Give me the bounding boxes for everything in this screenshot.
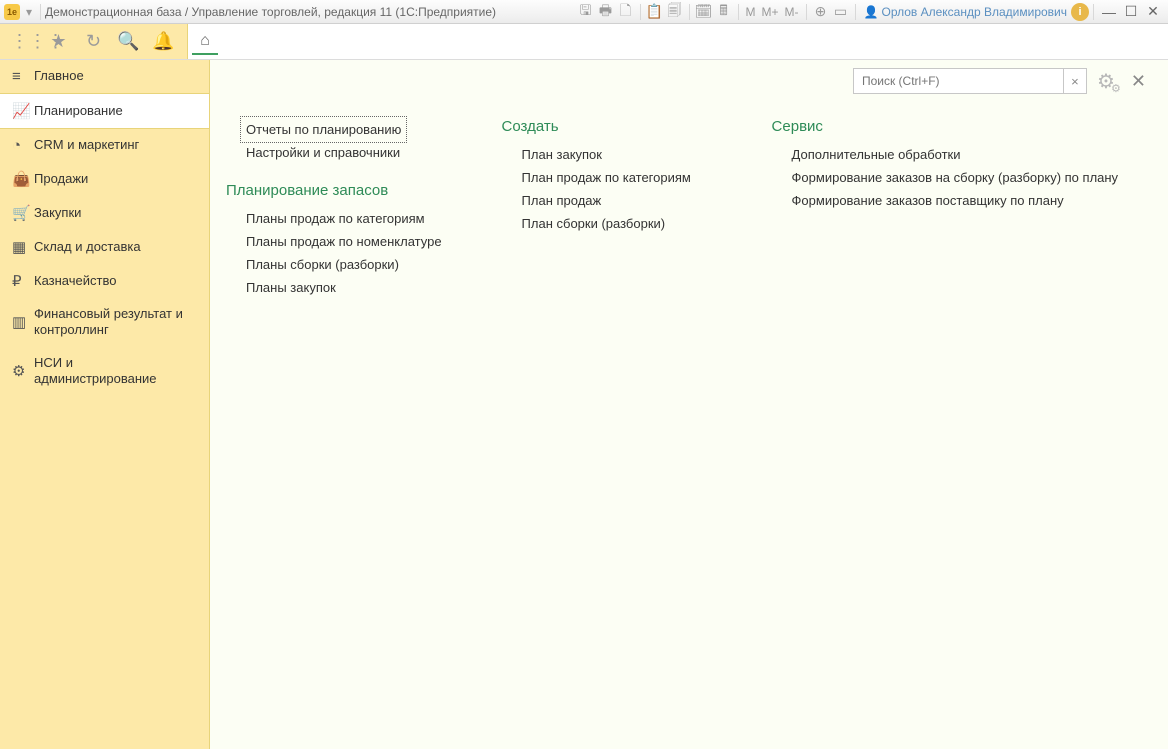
sidebar-item-planning[interactable]: 📈 Планирование	[0, 93, 209, 129]
memory-m-plus[interactable]: M+	[759, 5, 782, 19]
sidebar-item-label: Планирование	[34, 103, 197, 119]
link-create-purchase-plan[interactable]: План закупок	[502, 143, 712, 166]
cart-icon: 🛒	[12, 204, 34, 222]
sidebar-item-label: Казначейство	[34, 273, 197, 289]
calculator-icon[interactable]: 🖩	[714, 2, 734, 22]
toolbar-right: ⌂	[188, 24, 1168, 59]
sidebar-item-label: Закупки	[34, 205, 197, 221]
separator	[40, 4, 41, 20]
history-icon[interactable]: ↻	[81, 31, 107, 52]
link-sales-plans-nomenclature[interactable]: Планы продаж по номенклатуре	[226, 230, 442, 253]
sidebar-item-crm[interactable]: ◔ CRM и маркетинг	[0, 129, 209, 162]
link-sales-plans-categories[interactable]: Планы продаж по категориям	[226, 207, 442, 230]
sidebar-item-label: Главное	[34, 68, 197, 84]
sidebar-item-label: Продажи	[34, 171, 197, 187]
small-gear-icon: ⚙	[1111, 82, 1121, 95]
link-reports-planning[interactable]: Отчеты по планированию	[242, 118, 405, 141]
link-create-sales-plan[interactable]: План продаж	[502, 189, 712, 212]
memory-m[interactable]: M	[743, 5, 759, 19]
user-icon: 👤	[864, 5, 879, 19]
sidebar-item-label: Склад и доставка	[34, 239, 197, 255]
separator	[640, 4, 641, 20]
boxes-icon: ▦	[12, 238, 34, 256]
window-close-icon[interactable]: ✕	[1142, 3, 1164, 20]
separator	[806, 4, 807, 20]
info-badge[interactable]: i	[1071, 3, 1089, 21]
current-user[interactable]: 👤 Орлов Александр Владимирович	[860, 5, 1071, 19]
settings-gear-icon[interactable]: ⚙⚙	[1093, 69, 1119, 94]
link-create-sales-plan-categories[interactable]: План продаж по категориям	[502, 166, 712, 189]
section-title-create: Создать	[502, 118, 712, 135]
sidebar-item-nsi[interactable]: ⚙ НСИ и администрирование	[0, 347, 209, 396]
sidebar-item-treasury[interactable]: ₽ Казначейство	[0, 264, 209, 298]
content-panel: × ⚙⚙ ✕ Отчеты по планированию Настройки …	[210, 60, 1168, 749]
home-tab-icon[interactable]: ⌂	[192, 29, 218, 55]
sidebar-item-sales[interactable]: 👜 Продажи	[0, 162, 209, 196]
link-settings-directories[interactable]: Настройки и справочники	[226, 141, 442, 164]
copy-icon[interactable]: 📋	[645, 2, 665, 22]
separator	[689, 4, 690, 20]
column-1: Отчеты по планированию Настройки и справ…	[226, 118, 442, 299]
menu-icon: ≡	[12, 68, 34, 85]
column-2: Создать План закупок План продаж по кате…	[502, 118, 712, 299]
separator	[738, 4, 739, 20]
favorites-star-icon[interactable]: ★	[46, 31, 72, 52]
app-logo: 1e	[4, 4, 20, 20]
preview-icon[interactable]: 🗋	[616, 2, 636, 22]
bag-icon: 👜	[12, 170, 34, 188]
print-icon[interactable]: 🖶	[596, 2, 616, 22]
content-top-controls: × ⚙⚙ ✕	[853, 68, 1152, 94]
link-form-supplier-orders[interactable]: Формирование заказов поставщику по плану	[772, 189, 1119, 212]
save-icon[interactable]: 🖫	[576, 2, 596, 22]
app-menu-dropdown-icon[interactable]: ▾	[22, 5, 36, 19]
separator	[1093, 4, 1094, 20]
gear-icon: ⚙	[12, 362, 34, 380]
notifications-bell-icon[interactable]: 🔔	[151, 31, 177, 52]
chart-growth-icon: 📈	[12, 102, 34, 120]
body: ≡ Главное 📈 Планирование ◔ CRM и маркети…	[0, 60, 1168, 749]
toolbar-left: ⋮⋮⋮ ★ ↻ 🔍 🔔	[0, 24, 188, 59]
sidebar-item-label: НСИ и администрирование	[34, 355, 197, 388]
window-title: Демонстрационная база / Управление торго…	[45, 5, 496, 19]
separator	[855, 4, 856, 20]
titlebar: 1e ▾ Демонстрационная база / Управление …	[0, 0, 1168, 24]
apps-grid-icon[interactable]: ⋮⋮⋮	[11, 31, 37, 52]
column-3: Сервис Дополнительные обработки Формиров…	[772, 118, 1119, 299]
search-input[interactable]	[853, 68, 1063, 94]
zoom-icon[interactable]: ⊕	[811, 2, 831, 22]
sidebar-item-finance[interactable]: ▥ Финансовый результат и контроллинг	[0, 298, 209, 347]
columns: Отчеты по планированию Настройки и справ…	[226, 118, 1152, 299]
user-name: Орлов Александр Владимирович	[881, 5, 1067, 19]
toolbar: ⋮⋮⋮ ★ ↻ 🔍 🔔 ⌂	[0, 24, 1168, 60]
link-additional-processing[interactable]: Дополнительные обработки	[772, 143, 1119, 166]
link-form-assembly-orders[interactable]: Формирование заказов на сборку (разборку…	[772, 166, 1119, 189]
compare-icon[interactable]: 🗐	[665, 2, 685, 22]
ruble-icon: ₽	[12, 272, 34, 290]
window-minimize-icon[interactable]: —	[1098, 4, 1120, 20]
search-icon[interactable]: 🔍	[116, 31, 142, 52]
pie-icon: ◔	[12, 137, 34, 154]
section-title-service: Сервис	[772, 118, 1119, 135]
panel-icon[interactable]: ▭	[831, 2, 851, 22]
close-panel-icon[interactable]: ✕	[1125, 71, 1152, 92]
sidebar-item-purchases[interactable]: 🛒 Закупки	[0, 196, 209, 230]
search-wrap: ×	[853, 68, 1087, 94]
sidebar-item-main[interactable]: ≡ Главное	[0, 60, 209, 93]
sidebar-item-label: CRM и маркетинг	[34, 137, 197, 153]
sidebar: ≡ Главное 📈 Планирование ◔ CRM и маркети…	[0, 60, 210, 749]
link-purchase-plans[interactable]: Планы закупок	[226, 276, 442, 299]
memory-m-minus[interactable]: M-	[782, 5, 802, 19]
search-clear-button[interactable]: ×	[1063, 68, 1087, 94]
sidebar-item-label: Финансовый результат и контроллинг	[34, 306, 197, 339]
section-title-inventory-planning: Планирование запасов	[226, 182, 442, 199]
window-maximize-icon[interactable]: ☐	[1120, 3, 1142, 20]
calendar-icon[interactable]: 🗓	[694, 2, 714, 22]
sidebar-item-warehouse[interactable]: ▦ Склад и доставка	[0, 230, 209, 264]
bars-icon: ▥	[12, 313, 34, 331]
link-assembly-plans[interactable]: Планы сборки (разборки)	[226, 253, 442, 276]
link-create-assembly-plan[interactable]: План сборки (разборки)	[502, 212, 712, 235]
